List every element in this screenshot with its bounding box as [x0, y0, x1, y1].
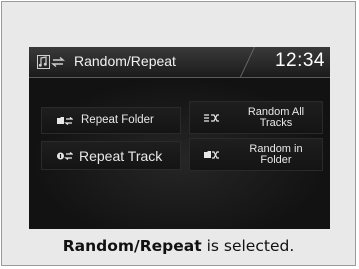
clock: 12:34	[274, 50, 325, 71]
random-in-folder-line2: Folder	[260, 154, 292, 166]
folder-repeat-icon	[57, 116, 73, 126]
caption-rest-text: is selected.	[201, 237, 295, 255]
header-divider	[240, 47, 255, 77]
menu-area: Repeat Folder Random All Tracks Repeat T…	[29, 78, 330, 229]
figure-caption: Random/Repeat is selected.	[0, 237, 357, 255]
repeat-folder-label: Repeat Folder	[81, 114, 154, 126]
repeat-folder-button[interactable]: Repeat Folder	[41, 107, 181, 134]
folder-shuffle-icon	[204, 151, 219, 159]
caption-bold-text: Random/Repeat	[62, 237, 202, 255]
screen-title: Random/Repeat	[74, 53, 176, 69]
repeat-track-label: Repeat Track	[79, 148, 163, 164]
track-repeat-icon	[57, 151, 73, 161]
random-all-tracks-button[interactable]: Random All Tracks	[189, 101, 323, 134]
infotainment-screen: Random/Repeat 12:34 Repeat Folder Random…	[29, 47, 330, 229]
random-all-tracks-line2: Tracks	[259, 117, 293, 129]
screen-header: Random/Repeat 12:34	[29, 47, 330, 78]
repeat-track-button[interactable]: Repeat Track	[41, 141, 181, 170]
music-repeat-icon	[37, 55, 65, 69]
shuffle-all-icon	[204, 114, 219, 122]
random-in-folder-button[interactable]: Random in Folder	[189, 138, 323, 171]
